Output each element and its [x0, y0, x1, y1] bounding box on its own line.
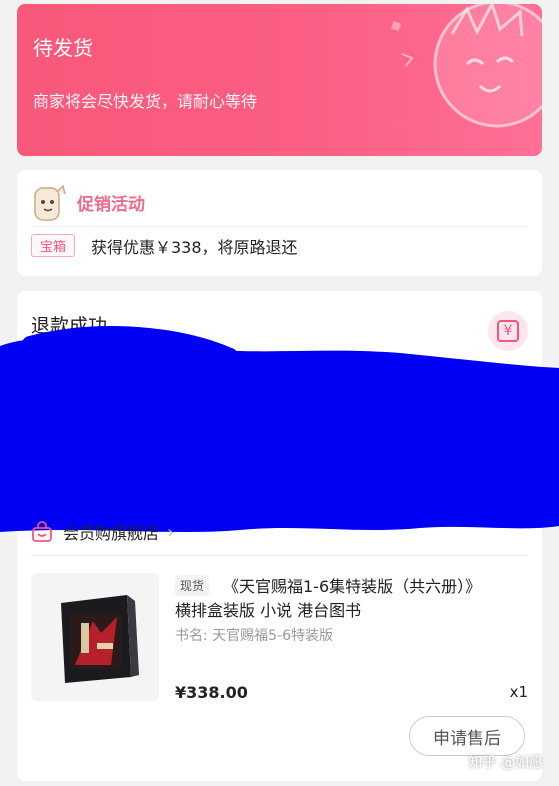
book-box-icon	[61, 595, 139, 683]
product-spec: 书名: 天官赐福5-6特装版	[175, 628, 334, 644]
product-image[interactable]	[31, 573, 159, 701]
promo-mascot-icon	[34, 184, 66, 221]
status-subtitle: 商家将会尽快发货，请耐心等待	[33, 92, 258, 111]
shop-name: 会员购旗舰店	[63, 524, 160, 543]
chevron-right-icon: ›	[167, 521, 175, 543]
promo-title: 促销活动	[77, 195, 145, 215]
promo-text: 获得优惠￥338，将原路退还	[91, 238, 298, 257]
divider	[31, 555, 528, 556]
order-detail-card: 退款成功 ¥ 会员购旗舰店 › 现货 《天官赐福1-6集特装版（共六册）》 横排…	[0, 291, 559, 781]
product-quantity: x1	[509, 683, 528, 701]
product-price: ¥338.00	[175, 683, 248, 702]
redaction-scribble	[0, 326, 559, 532]
promotion-card: 促销活动 宝箱 获得优惠￥338，将原路退还	[17, 170, 542, 276]
mascot-decoration-icon	[390, 4, 542, 128]
in-stock-badge: 现货	[175, 575, 210, 596]
shop-link[interactable]: 会员购旗舰店 ›	[31, 519, 174, 545]
apply-after-sale-button[interactable]: 申请售后	[409, 716, 525, 756]
shopping-bag-icon	[32, 521, 52, 542]
product-title-line2[interactable]: 横排盒装版 小说 港台图书	[175, 597, 361, 621]
treasure-box-tag: 宝箱	[31, 234, 76, 257]
watermark: 知乎 @如愿	[468, 755, 543, 771]
divider	[31, 226, 528, 227]
status-title: 待发货	[33, 36, 93, 60]
product-title[interactable]: 《天官赐福1-6集特装版（共六册）》	[223, 573, 481, 597]
order-status-banner: 待发货 商家将会尽快发货，请耐心等待	[17, 4, 542, 156]
